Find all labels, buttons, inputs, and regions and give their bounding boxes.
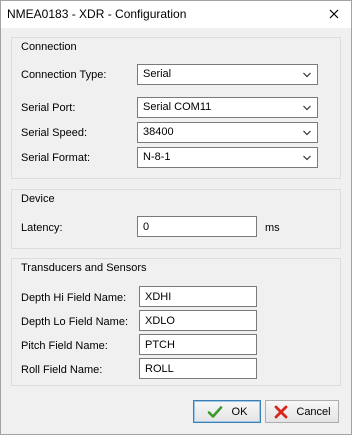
chevron-down-icon <box>303 105 311 111</box>
latency-input[interactable] <box>137 216 257 237</box>
chevron-down-icon <box>303 130 311 136</box>
transducers-group: Transducers and Sensors Depth Hi Field N… <box>11 258 341 386</box>
transducers-group-title: Transducers and Sensors <box>21 262 147 274</box>
device-group: Device Latency: ms <box>11 189 341 249</box>
serial-speed-select[interactable]: 38400 <box>137 122 318 143</box>
serial-format-label: Serial Format: <box>21 152 91 164</box>
depth-hi-input[interactable] <box>139 286 257 307</box>
serial-port-value: Serial COM11 <box>143 101 212 113</box>
ok-button[interactable]: OK <box>193 400 261 423</box>
close-icon <box>329 9 339 19</box>
connection-group: Connection Connection Type: Serial Seria… <box>11 37 341 179</box>
latency-label: Latency: <box>21 222 63 234</box>
serial-port-select[interactable]: Serial COM11 <box>137 97 318 118</box>
window-title: NMEA0183 - XDR - Configuration <box>7 7 187 21</box>
cancel-label: Cancel <box>296 405 331 418</box>
connection-type-select[interactable]: Serial <box>137 64 318 85</box>
serial-speed-value: 38400 <box>143 126 174 138</box>
config-dialog: NMEA0183 - XDR - Configuration Connectio… <box>0 0 352 435</box>
roll-input[interactable] <box>139 358 257 379</box>
device-group-title: Device <box>21 193 55 205</box>
depth-hi-label: Depth Hi Field Name: <box>21 292 127 304</box>
depth-lo-input[interactable] <box>139 310 257 331</box>
x-icon <box>274 405 288 418</box>
title-bar: NMEA0183 - XDR - Configuration <box>1 1 351 28</box>
connection-type-label: Connection Type: <box>21 69 107 81</box>
connection-group-title: Connection <box>21 41 77 53</box>
pitch-label: Pitch Field Name: <box>21 340 108 352</box>
latency-unit: ms <box>265 222 280 234</box>
connection-type-value: Serial <box>143 68 172 80</box>
ok-label: OK <box>231 405 248 418</box>
serial-speed-label: Serial Speed: <box>21 127 88 139</box>
chevron-down-icon <box>303 155 311 161</box>
serial-port-label: Serial Port: <box>21 102 76 114</box>
chevron-down-icon <box>303 72 311 78</box>
pitch-input[interactable] <box>139 334 257 355</box>
depth-lo-label: Depth Lo Field Name: <box>21 316 128 328</box>
roll-label: Roll Field Name: <box>21 364 103 376</box>
check-icon <box>207 405 222 418</box>
cancel-button[interactable]: Cancel <box>265 400 339 423</box>
serial-format-select[interactable]: N-8-1 <box>137 147 318 168</box>
close-button[interactable] <box>322 4 346 24</box>
serial-format-value: N-8-1 <box>143 151 171 163</box>
